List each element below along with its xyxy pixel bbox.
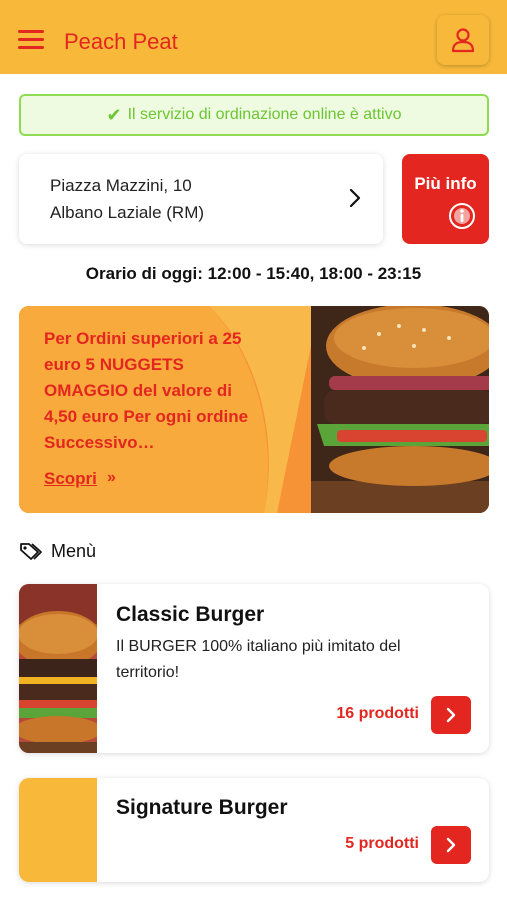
promo-text: Per Ordini superiori a 25 euro 5 NUGGETS… [44, 329, 249, 452]
category-thumbnail-placeholder [19, 778, 97, 882]
address-city: Albano Laziale (RM) [50, 203, 205, 222]
hamburger-menu-icon[interactable] [18, 28, 44, 52]
menu-category-card[interactable]: Signature Burger 5 prodotti [19, 778, 489, 882]
category-description: Il BURGER 100% italiano più imitato del … [116, 638, 401, 681]
tags-icon [20, 543, 42, 560]
burger-thumbnail-image [19, 584, 97, 753]
app-header: Peach Peat [0, 0, 507, 74]
menu-title-label: Menù [51, 540, 97, 561]
menu-category-card[interactable]: Classic Burger Il BURGER 100% italiano p… [19, 584, 489, 753]
chevron-right-icon [349, 188, 361, 208]
address-street: Piazza Mazzini, 10 [50, 176, 192, 195]
category-product-count: 16 prodotti [336, 705, 419, 722]
double-chevron-right-icon: » [107, 469, 116, 486]
category-product-count: 5 prodotti [345, 835, 419, 852]
more-info-label: Più info [414, 174, 477, 193]
brand-title[interactable]: Peach Peat [64, 29, 178, 55]
info-icon [449, 203, 475, 229]
chevron-right-icon [446, 837, 456, 853]
store-address-card[interactable]: Piazza Mazzini, 10 Albano Laziale (RM) [19, 154, 383, 244]
ordering-status-text: Il servizio di ordinazione online è atti… [127, 106, 402, 123]
user-icon [451, 28, 475, 53]
check-icon: ✔ [106, 104, 122, 125]
opening-hours: Orario di oggi: 12:00 - 15:40, 18:00 - 2… [85, 264, 422, 283]
menu-section-title: Menù [19, 540, 96, 562]
open-category-button[interactable] [431, 826, 471, 864]
user-account-button[interactable] [437, 15, 489, 65]
category-title: Classic Burger [116, 603, 265, 626]
open-category-button[interactable] [431, 696, 471, 734]
promo-discover-link[interactable]: Scopri [44, 469, 97, 489]
promo-banner[interactable]: Per Ordini superiori a 25 euro 5 NUGGETS… [19, 306, 489, 513]
chevron-right-icon [446, 707, 456, 723]
ordering-status-banner: ✔ Il servizio di ordinazione online è at… [19, 94, 489, 136]
more-info-button[interactable]: Più info [402, 154, 489, 244]
category-title: Signature Burger [116, 796, 288, 819]
